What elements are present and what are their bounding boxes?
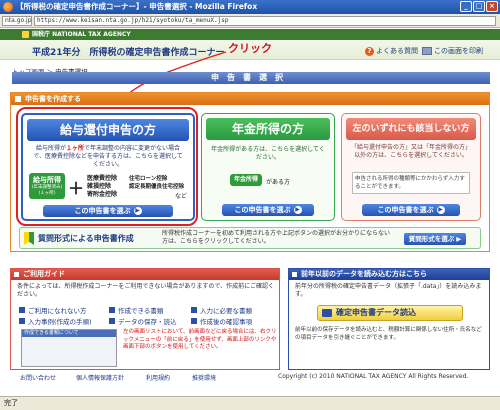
create-return-header: 申告書を作成する xyxy=(11,93,489,105)
footer-link-contact[interactable]: お問い合わせ xyxy=(20,373,56,382)
other-card: 左のいずれにも該当しない方 「給与還付申告の方」又は「年金所得の方」以外の方は、… xyxy=(341,113,481,221)
square-bullet-icon xyxy=(292,272,297,277)
square-bullet-icon xyxy=(14,272,19,277)
previous-data-panel: 前年以前のデータを読み込む方はこちら 前年分の所得税の確定申告書データ（拡張子「… xyxy=(288,268,490,370)
status-bar: 完了 xyxy=(0,396,500,410)
guide-navigation-note: 左の画面リストにおいて、前画面などに戻る場合には、右クリックメニューの「前に戻る… xyxy=(123,329,277,350)
other-card-title: 左のいずれにも該当しない方 xyxy=(346,118,476,140)
guide-link-checks[interactable]: 作成後の確認事項 xyxy=(191,316,252,326)
beginner-mark-icon xyxy=(24,232,34,245)
other-card-note: 申告される所得の種類等にかかわらず入力することができます。 xyxy=(352,172,470,194)
usage-guide-panel: ご利用ガイド 条件によっては、所得税作成コーナーをご利用できない場合がありますの… xyxy=(10,268,280,370)
link-bullet-icon xyxy=(191,307,197,313)
load-previous-data-button[interactable]: 確定申告書データ読込 xyxy=(317,305,463,321)
footer-link-terms[interactable]: 利用規約 xyxy=(146,373,170,382)
guide-link-ineligible[interactable]: ご利用になれない方 xyxy=(19,305,87,315)
question-format-row: 質問形式による申告書作成 所得税作成コーナーを初めて利用される方や上記ボタンの選… xyxy=(19,227,481,249)
pension-card-title: 年金所得の方 xyxy=(206,118,330,140)
link-bullet-icon xyxy=(109,318,115,324)
link-bullet-icon xyxy=(19,307,25,313)
click-highlight-frame xyxy=(16,107,198,226)
question-format-button[interactable]: 質問形式を選ぶ ▶ xyxy=(404,233,466,245)
previous-data-note: 前年以前の保存データを読み込むと、税額計算に関係しない住所・氏名などの項目データ… xyxy=(295,327,482,341)
select-pension-return-button[interactable]: この申告書を選ぶ ▶ xyxy=(222,204,314,216)
pension-card: 年金所得の方 年金所得がある方は、こちらを選択してください。 年金所得 がある方… xyxy=(201,113,335,221)
arrow-right-icon: ▶ xyxy=(436,206,445,214)
question-format-description: 所得税作成コーナーを初めて利用される方や上記ボタンの選択がお分かりにならない方は… xyxy=(162,230,391,245)
footer: お問い合わせ 個人情報保護方針 利用規約 推奨環境 Copyright (c) … xyxy=(10,373,490,383)
folder-icon xyxy=(322,309,332,317)
guide-link-documents[interactable]: 作成できる書類 xyxy=(109,305,163,315)
copyright-text: Copyright (c) 2010 NATIONAL TAX AGENCY A… xyxy=(278,373,469,380)
guide-link-examples[interactable]: 入力事例(作成の手順) xyxy=(19,316,92,326)
question-format-title: 質問形式による申告書作成 xyxy=(38,234,134,243)
select-other-return-button[interactable]: この申告書を選ぶ ▶ xyxy=(362,204,460,216)
link-bullet-icon xyxy=(191,318,197,324)
other-card-description: 「給与還付申告の方」又は「年金所得の方」以外の方は、こちらを選択してください。 xyxy=(350,144,471,159)
pension-card-description: 年金所得がある方は、こちらを選択してください。 xyxy=(211,146,325,161)
footer-link-privacy[interactable]: 個人情報保護方針 xyxy=(76,373,124,382)
link-bullet-icon xyxy=(109,307,115,313)
usage-guide-intro: 条件によっては、所得税作成コーナーをご利用できない場合がありますので、作成前にご… xyxy=(17,283,275,298)
previous-data-description: 前年分の所得税の確定申告書データ（拡張子「.data」）を読み込みます。 xyxy=(295,283,482,298)
footer-link-environment[interactable]: 推奨環境 xyxy=(192,373,216,382)
section-title: 申告書選択 xyxy=(12,72,490,84)
usage-guide-header: ご利用ガイド xyxy=(11,269,279,280)
pension-income-chip: 年金所得 xyxy=(230,174,262,186)
guide-thumbnail: 作成できる書類について xyxy=(21,329,117,367)
pension-chip-suffix: がある方 xyxy=(266,179,291,186)
arrow-right-icon: ▶ xyxy=(456,235,462,243)
guide-link-required[interactable]: 入力に必要な書類 xyxy=(191,305,252,315)
link-bullet-icon xyxy=(19,318,25,324)
square-bullet-icon xyxy=(15,96,21,102)
guide-link-save-load[interactable]: データの保存・読込 xyxy=(109,316,177,326)
previous-data-header: 前年以前のデータを読み込む方はこちら xyxy=(289,269,489,280)
arrow-right-icon: ▶ xyxy=(293,206,302,214)
